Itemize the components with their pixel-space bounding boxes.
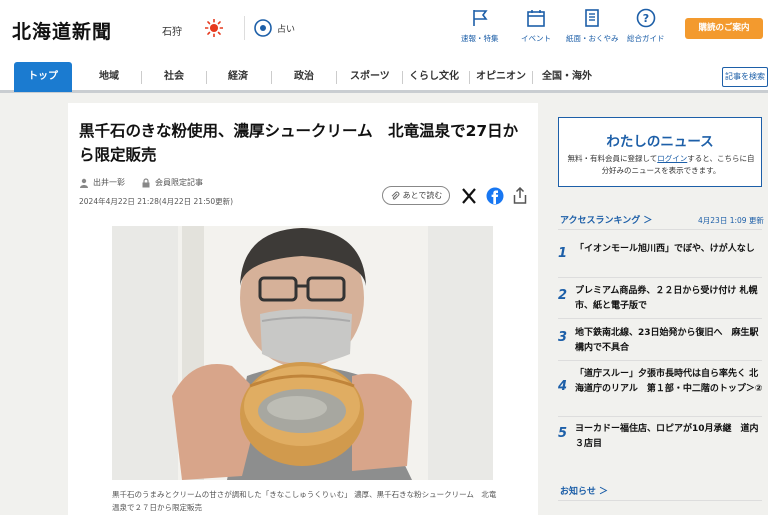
member-only-badge: 会員限定記事: [141, 177, 203, 188]
flag-icon: [472, 10, 488, 26]
notice-heading[interactable]: お知らせ ＞: [560, 484, 608, 497]
main-nav: トップ 地域 社会 経済 政治 スポーツ くらし文化 オピニオン 全国・海外 記…: [0, 62, 768, 93]
fortune-link[interactable]: 占い: [253, 17, 295, 39]
tab-divider: [141, 71, 142, 84]
nav-breaking[interactable]: 速報・特集: [461, 8, 499, 44]
read-later-button[interactable]: あとで読む: [382, 186, 450, 205]
tab-politics[interactable]: 政治: [294, 64, 314, 90]
nav-newspaper[interactable]: 紙面・おくやみ: [566, 8, 619, 44]
person-icon: [80, 178, 88, 188]
cream-puff-photo: [112, 226, 493, 480]
ranking-timestamp: 4月23日 1:09 更新: [698, 216, 764, 225]
rank-divider: [558, 318, 762, 319]
tab-society[interactable]: 社会: [164, 64, 184, 90]
ranking-heading[interactable]: アクセスランキング ＞: [560, 213, 652, 226]
article-card: 黒千石のきな粉使用、濃厚シュークリーム 北竜温泉で27日から限定販売 出井一彰 …: [68, 103, 538, 515]
tab-divider: [402, 71, 403, 84]
ranking-divider: [558, 229, 762, 230]
share-icon[interactable]: [511, 187, 529, 205]
rank-text: ヨーカドー福住店、ロピアが10月承継 道内３店目: [575, 424, 759, 449]
tab-divider: [469, 71, 470, 84]
tab-economy[interactable]: 経済: [228, 64, 248, 90]
fortune-label: 占い: [277, 24, 296, 35]
member-only-label: 会員限定記事: [155, 178, 203, 187]
rank-number: 1: [558, 246, 568, 261]
my-news-description: 無料・有料会員に登録してログインすると、こちらに自分好みのニュースを表示できます…: [567, 154, 755, 175]
rank-number: 4: [558, 379, 568, 394]
newspaper-icon: [585, 9, 600, 27]
weather-region[interactable]: 石狩: [162, 23, 182, 38]
lock-icon: [142, 177, 150, 187]
nav-events[interactable]: イベント: [521, 8, 551, 44]
tab-national[interactable]: 全国・海外: [542, 64, 592, 90]
tab-top[interactable]: トップ: [14, 62, 72, 92]
site-logo[interactable]: 北海道新聞: [12, 17, 112, 44]
facebook-share-icon[interactable]: [486, 187, 504, 205]
tab-lifestyle[interactable]: くらし文化: [409, 64, 459, 90]
nav-guide[interactable]: ? 総合ガイド: [627, 8, 665, 44]
rank-divider: [558, 277, 762, 278]
tab-opinion[interactable]: オピニオン: [476, 64, 526, 90]
rank-divider: [558, 360, 762, 361]
rank-text: 「イオンモール旭川西」でぼや、けが人なし: [575, 244, 755, 254]
sun-icon[interactable]: [205, 19, 223, 37]
subscribe-button[interactable]: 購読のご案内: [685, 18, 763, 39]
x-share-icon[interactable]: [460, 187, 478, 205]
author[interactable]: 出井一彰: [79, 177, 125, 188]
article-meta: 出井一彰 会員限定記事: [79, 177, 219, 188]
rank-text: 地下鉄南北線、23日始発から復旧へ 麻生駅構内で不具合: [575, 328, 759, 353]
site-header: 北海道新聞 石狩 占い 速報・特集 イベント 紙面・おくやみ ? 総合ガイド 購…: [0, 0, 768, 64]
question-icon: ?: [636, 8, 656, 28]
article-photo[interactable]: [112, 226, 493, 480]
rank-number: 5: [558, 426, 568, 441]
rank-divider: [558, 416, 762, 417]
clip-icon: [391, 191, 399, 200]
author-name: 出井一彰: [93, 178, 125, 187]
photo-caption: 黒千石のうまみとクリームの甘さが調和した「きなこしゅうくりぃむ」 濃厚、黒千石き…: [112, 490, 497, 512]
rank-number: 3: [558, 330, 568, 345]
tab-divider: [532, 71, 533, 84]
tab-sports[interactable]: スポーツ: [350, 64, 390, 90]
svg-text:?: ?: [643, 12, 649, 25]
my-news-title: わたしのニュース: [606, 134, 714, 150]
rank-number: 2: [558, 288, 568, 303]
login-link[interactable]: ログイン: [657, 154, 687, 163]
calendar-icon: [527, 10, 545, 27]
tab-divider: [336, 71, 337, 84]
article-title: 黒千石のきな粉使用、濃厚シュークリーム 北竜温泉で27日から限定販売: [79, 122, 519, 164]
header-divider: [244, 16, 245, 40]
article-date: 2024年4月22日 21:28(4月22日 21:50更新): [79, 197, 234, 206]
notice-divider: [558, 500, 762, 501]
my-news-box: わたしのニュース 無料・有料会員に登録してログインすると、こちらに自分好みのニュ…: [558, 117, 762, 187]
tab-divider: [271, 71, 272, 84]
rank-text: プレミアム商品券、２２日から受け付け 札幌市、紙と電子版で: [575, 286, 758, 311]
tab-region[interactable]: 地域: [99, 64, 119, 90]
tab-divider: [206, 71, 207, 84]
fortune-icon: [254, 19, 272, 37]
article-search-button[interactable]: 記事を検索: [722, 67, 768, 87]
rank-text: 「道庁スルー」夕張市長時代は自ら率先く 北海道庁のリアル 第１部・中二階のトップ…: [575, 369, 763, 394]
